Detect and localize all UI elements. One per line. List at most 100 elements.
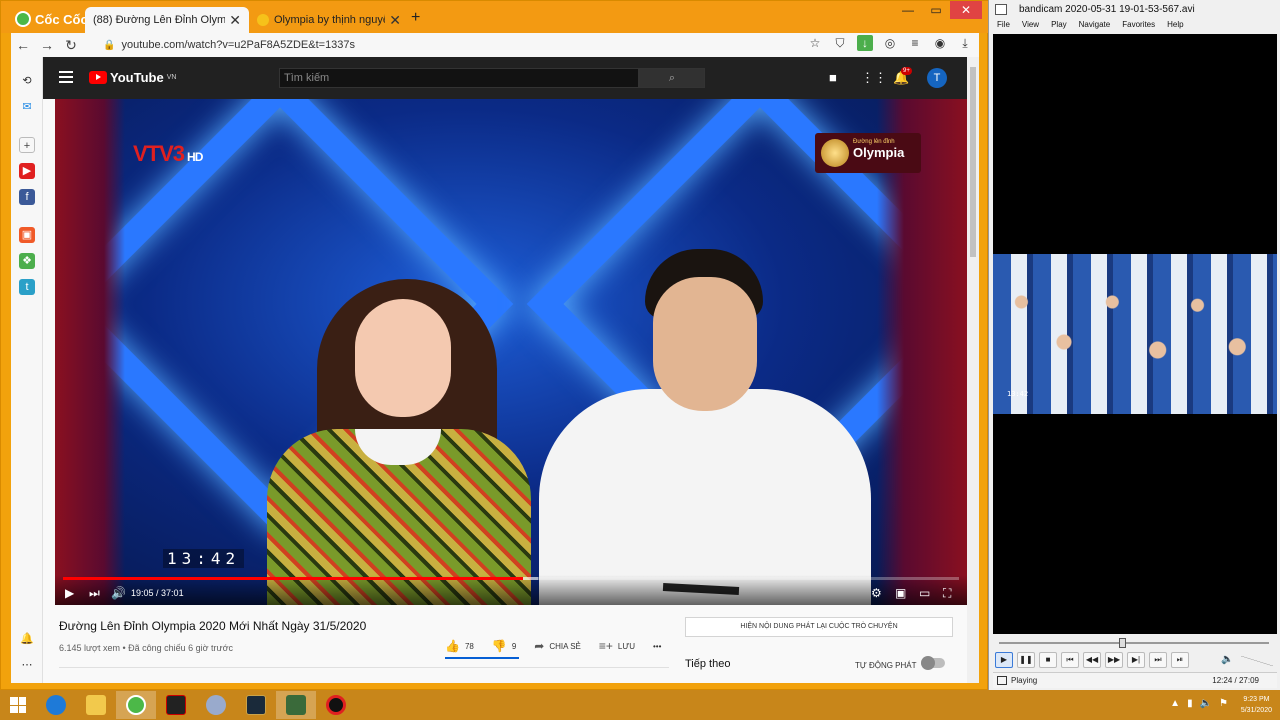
notification-count-badge: 9+ (901, 67, 912, 75)
like-button[interactable]: 👍 78 (445, 639, 474, 653)
add-sidebar-icon[interactable]: + (19, 137, 35, 153)
next-button[interactable]: ⏭ (1149, 652, 1167, 668)
taskbar-media-player[interactable] (276, 691, 316, 719)
new-tab-button[interactable]: + (411, 9, 420, 27)
bookmark-star-icon[interactable]: ☆ (807, 35, 823, 51)
notifications-icon[interactable]: 🔔 (19, 631, 35, 647)
maximize-button[interactable]: ▭ (922, 1, 950, 19)
video-progress-bar[interactable] (63, 577, 959, 580)
autoplay-toggle[interactable] (921, 656, 945, 670)
hamburger-menu-icon[interactable] (59, 71, 73, 83)
taskbar-garena[interactable] (156, 691, 196, 719)
player-video-area[interactable]: 13:42 (993, 34, 1277, 634)
playlist-icon[interactable]: ≡ (907, 35, 923, 51)
youtube-logo-text: YouTube (110, 70, 164, 85)
lock-icon: 🔒 (103, 39, 116, 51)
fullscreen-icon[interactable]: ⛶ (943, 586, 951, 601)
taskbar-explorer[interactable] (76, 691, 116, 719)
save-button[interactable]: ≡+ LƯU (599, 639, 635, 653)
more-icon[interactable]: ⋯ (19, 657, 35, 673)
taskbar-app-person[interactable] (196, 691, 236, 719)
facebook-sidebar-icon[interactable]: f (19, 189, 35, 205)
taskbar-bandicam[interactable] (316, 691, 356, 719)
youtube-region: VN (166, 74, 177, 81)
brand-label: Cốc Cốc (35, 11, 88, 27)
page-scrollbar[interactable] (967, 57, 979, 683)
player-menu-bar: File View Play Navigate Favorites Help (989, 20, 1280, 34)
apps-grid-icon[interactable]: ⋮⋮ (861, 70, 887, 86)
youtube-logo[interactable]: YouTube VN (89, 70, 176, 85)
coccoc-extension-icon[interactable]: ◎ (882, 35, 898, 51)
clock-date: 5/31/2020 (1240, 707, 1272, 714)
player-seek-thumb[interactable] (1119, 638, 1127, 648)
volume-slider[interactable] (1241, 656, 1273, 666)
back-arrow-icon[interactable]: ← (11, 37, 35, 53)
miniplayer-icon[interactable]: ▣ (895, 586, 906, 600)
gift-sidebar-icon[interactable]: ❖ (19, 253, 35, 269)
taskbar-ie[interactable] (36, 691, 76, 719)
previous-button[interactable]: ⏮ (1061, 652, 1079, 668)
minimize-button[interactable]: — (894, 1, 922, 19)
youtube-play-icon (89, 71, 107, 84)
pause-button[interactable]: ❚❚ (1017, 652, 1035, 668)
next-icon[interactable]: ⏭ (89, 586, 100, 601)
tab-olympia[interactable]: Olympia by thịnh nguyễn cha ✕ (249, 7, 409, 33)
taskbar-league[interactable] (236, 691, 276, 719)
tiki-sidebar-icon[interactable]: t (19, 279, 35, 295)
share-button[interactable]: ➦ CHIA SẺ (534, 639, 581, 653)
youtube-sidebar-icon[interactable]: ▶ (19, 163, 35, 179)
menu-favorites[interactable]: Favorites (1122, 20, 1155, 34)
menu-play[interactable]: Play (1051, 20, 1067, 34)
close-tab-icon[interactable]: ✕ (229, 12, 241, 29)
tray-network-icon[interactable]: ▮ (1187, 698, 1193, 709)
create-video-icon[interactable]: ■ (829, 70, 837, 85)
play-icon[interactable]: ▶ (65, 586, 74, 600)
speaker-icon[interactable]: 🔈 (1221, 654, 1233, 665)
theater-mode-icon[interactable]: ▭ (919, 586, 930, 600)
close-window-button[interactable]: ✕ (950, 1, 982, 19)
shopping-sidebar-icon[interactable]: ▣ (19, 227, 35, 243)
frame-step-button[interactable]: ▶| (1127, 652, 1145, 668)
avatar[interactable]: T (927, 68, 947, 88)
downloads-icon[interactable]: ⤓ (957, 35, 973, 51)
start-button[interactable] (0, 691, 36, 719)
play-button[interactable]: ▶ (995, 652, 1013, 668)
menu-navigate[interactable]: Navigate (1079, 20, 1111, 34)
shield-icon[interactable]: ⛉ (832, 35, 848, 51)
player-seek-bar[interactable] (999, 642, 1269, 644)
taskbar-clock[interactable]: 9:23 PM 5/31/2020 (1241, 694, 1272, 716)
messenger-icon[interactable]: ✉ (19, 99, 35, 115)
settings-gear-icon[interactable]: ⚙ (871, 586, 882, 600)
reload-icon[interactable]: ↻ (59, 37, 83, 54)
tab-youtube[interactable]: (88) Đường Lên Đỉnh Olympi ✕ (85, 7, 249, 33)
show-chat-replay-button[interactable]: HIỆN NỘI DUNG PHÁT LẠI CUỘC TRÒ CHUYỆN (685, 617, 953, 637)
skip-button[interactable]: ⏯ (1171, 652, 1189, 668)
taskbar-coccoc[interactable] (116, 691, 156, 719)
search-button[interactable]: ⌕ (639, 68, 705, 88)
video-player[interactable]: VTV3 HD Đường lên đỉnh Olympia 13:42 ▶ ⏭… (55, 99, 967, 605)
forward-arrow-icon[interactable]: → (35, 37, 59, 53)
coccoc-icon (126, 695, 146, 715)
tab-strip: Cốc Cốc (88) Đường Lên Đỉnh Olympi ✕ Oly… (1, 1, 989, 33)
scrollbar-thumb[interactable] (970, 67, 976, 257)
download-manager-icon[interactable]: ↓ (857, 35, 873, 51)
history-icon[interactable]: ⟲ (19, 73, 35, 89)
volume-icon[interactable]: 🔊 (111, 586, 126, 600)
step-back-button[interactable]: ◀◀ (1083, 652, 1101, 668)
more-actions-button[interactable]: ••• (653, 642, 661, 651)
tray-expand-icon[interactable]: ▲ (1170, 698, 1180, 709)
menu-help[interactable]: Help (1167, 20, 1183, 34)
address-bar[interactable]: 🔒 youtube.com/watch?v=u2PaF8A5ZDE&t=1337… (103, 35, 753, 55)
account-icon[interactable]: ◉ (932, 35, 948, 51)
tray-flag-icon[interactable]: ⚑ (1219, 698, 1228, 709)
menu-file[interactable]: File (997, 20, 1010, 34)
step-forward-button[interactable]: ▶▶ (1105, 652, 1123, 668)
stop-button[interactable]: ■ (1039, 652, 1057, 668)
player-time: 12:24 / 27:09 (1212, 676, 1259, 685)
coccoc-menu-button[interactable]: Cốc Cốc (15, 8, 88, 30)
tray-volume-icon[interactable]: 🔈 (1200, 698, 1212, 709)
search-input[interactable]: Tìm kiếm (279, 68, 654, 88)
close-tab-icon[interactable]: ✕ (389, 12, 401, 29)
menu-view[interactable]: View (1022, 20, 1039, 34)
dislike-button[interactable]: 👎 9 (492, 639, 516, 653)
